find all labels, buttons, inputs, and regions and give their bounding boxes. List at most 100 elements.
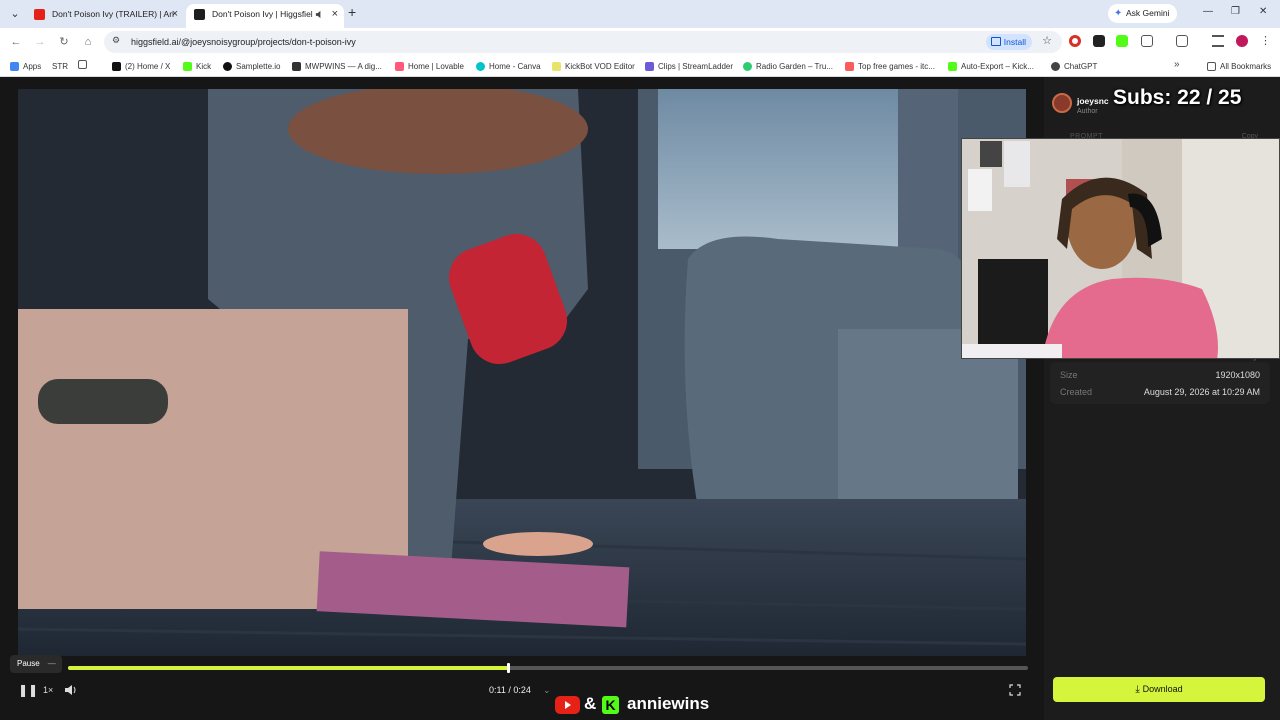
bookmark-x[interactable]: (2) Home / X xyxy=(112,59,170,74)
minimize-icon[interactable]: — xyxy=(1203,6,1213,17)
bookmark-apps[interactable]: Apps xyxy=(10,59,41,74)
video-progress-bar[interactable] xyxy=(68,663,1028,673)
mwpwins-icon xyxy=(292,62,301,71)
bookmark-label: (2) Home / X xyxy=(125,62,171,71)
close-window-icon[interactable]: ✕ xyxy=(1259,6,1267,17)
tab-search-chevron-icon[interactable]: ⌄ xyxy=(6,5,24,23)
bookmark-label: Clips | StreamLadder xyxy=(658,62,733,71)
extensions-puzzle-icon[interactable] xyxy=(1141,35,1153,47)
side-panel-icon[interactable] xyxy=(1176,35,1188,47)
bookmark-streamladder[interactable]: Clips | StreamLadder xyxy=(645,59,733,74)
volume-icon[interactable] xyxy=(64,682,78,698)
close-tab-icon[interactable]: × xyxy=(332,4,338,24)
samplette-icon xyxy=(223,62,232,71)
new-tab-icon[interactable]: + xyxy=(348,4,356,20)
bookmark-label: Apps xyxy=(23,62,42,71)
apps-grid-icon xyxy=(10,62,19,71)
bookmark-label: MWPWINS — A dig... xyxy=(305,62,382,71)
x-logo-icon xyxy=(112,62,121,71)
meta-value-size: 1920x1080 xyxy=(1215,370,1260,380)
bookmark-mwpwins[interactable]: MWPWINS — A dig... xyxy=(292,59,382,74)
bookmark-label: KickBot VOD Editor xyxy=(565,62,635,71)
record-extension-icon[interactable] xyxy=(1069,35,1081,47)
gemini-sparkle-icon: ✦ xyxy=(1114,8,1123,19)
time-chevron-icon[interactable]: ⌄ xyxy=(543,682,551,698)
install-app-icon xyxy=(990,37,1001,46)
lovable-heart-icon xyxy=(395,62,404,71)
channel-name: anniewins xyxy=(627,694,710,713)
menu-dots-icon[interactable]: ⋮ xyxy=(1260,35,1271,47)
bookmark-label: Top free games - itc... xyxy=(858,62,935,71)
all-bookmarks-folder[interactable]: All Bookmarks xyxy=(1207,59,1271,74)
kick-logo-icon: K xyxy=(602,696,619,714)
tooltip-shortcut: — xyxy=(47,659,56,668)
author-name[interactable]: joeysnc xyxy=(1077,96,1109,106)
tab-title: Don't Poison Ivy (TRAILER) | An xyxy=(52,9,174,19)
bookmark-itch[interactable]: Top free games - itc... xyxy=(845,59,935,74)
bookmark-label: Kick xyxy=(196,62,212,71)
subs-counter-overlay: Subs: 22 / 25 xyxy=(1113,86,1242,109)
author-role: Author xyxy=(1077,108,1098,115)
bookmark-label: ChatGPT xyxy=(1064,62,1098,71)
navigation-bar: ← → ↻ ⌂ ⚙ higgsfield.ai/@joeysnoisygroup… xyxy=(0,28,1280,56)
tab-higgsfield[interactable]: Don't Poison Ivy | Higgsfiel × xyxy=(186,4,344,28)
back-icon[interactable]: ← xyxy=(8,34,24,50)
pause-button[interactable]: ❚❚ xyxy=(18,682,38,698)
forward-icon[interactable]: → xyxy=(32,34,48,50)
bookmark-radio-garden[interactable]: Radio Garden – Tru... xyxy=(743,59,833,74)
bookmark-label: Samplette.io xyxy=(236,62,281,71)
home-icon[interactable]: ⌂ xyxy=(80,34,96,50)
kick-logo-icon xyxy=(948,62,957,71)
bookmark-grid[interactable] xyxy=(78,59,87,74)
tab-strip: ⌄ Don't Poison Ivy (TRAILER) | An × Don'… xyxy=(0,0,1280,28)
site-info-icon[interactable]: ⚙ xyxy=(112,35,126,49)
video-frame xyxy=(18,89,1026,656)
kickbot-icon xyxy=(552,62,561,71)
youtube-logo-icon xyxy=(555,696,580,714)
kick-extension-icon[interactable] xyxy=(1116,35,1128,47)
extension-icon[interactable] xyxy=(1093,35,1105,47)
more-bookmarks-icon[interactable]: » xyxy=(1174,59,1180,70)
meta-key-created: Created xyxy=(1060,387,1093,397)
restore-icon[interactable]: ❐ xyxy=(1231,6,1240,17)
download-button[interactable]: ⤓ Download xyxy=(1053,677,1265,702)
bookmark-samplette[interactable]: Samplette.io xyxy=(223,59,280,74)
streamladder-icon xyxy=(645,62,654,71)
install-button[interactable]: Install xyxy=(985,34,1032,50)
webcam-frame xyxy=(962,139,1279,358)
higgsfield-favicon-icon xyxy=(194,9,205,20)
profile-avatar[interactable] xyxy=(1236,35,1248,47)
playback-speed-button[interactable]: 1× xyxy=(43,682,53,698)
bookmark-kickbot[interactable]: KickBot VOD Editor xyxy=(552,59,635,74)
bookmark-str[interactable]: STR xyxy=(40,59,68,74)
video-progress-handle[interactable] xyxy=(506,663,510,673)
speaker-icon[interactable] xyxy=(315,10,324,19)
close-tab-icon[interactable]: × xyxy=(172,4,178,24)
bookmark-kick[interactable]: Kick xyxy=(183,59,211,74)
radio-garden-icon xyxy=(743,62,752,71)
fullscreen-icon[interactable] xyxy=(1009,682,1021,698)
bookmark-label: Home - Canva xyxy=(489,62,541,71)
address-bar[interactable]: ⚙ higgsfield.ai/@joeysnoisygroup/project… xyxy=(104,31,1062,53)
bookmark-canva[interactable]: Home - Canva xyxy=(476,59,541,74)
bookmark-auto-export[interactable]: Auto-Export – Kick... xyxy=(948,59,1034,74)
kick-logo-icon xyxy=(183,62,192,71)
bookmark-label: Auto-Export – Kick... xyxy=(961,62,1034,71)
video-player[interactable] xyxy=(18,89,1026,656)
install-label: Install xyxy=(1003,37,1026,47)
webcam-overlay xyxy=(961,138,1280,359)
metadata-card: Size 1920x1080 Created August 29, 2026 a… xyxy=(1050,362,1270,404)
customize-icon[interactable] xyxy=(1212,35,1224,47)
tab-trailer[interactable]: Don't Poison Ivy (TRAILER) | An × xyxy=(26,4,184,28)
bookmark-lovable[interactable]: Home | Lovable xyxy=(395,59,464,74)
tooltip-label: Pause xyxy=(17,659,40,668)
bookmark-label: Radio Garden – Tru... xyxy=(756,62,833,71)
reload-icon[interactable]: ↻ xyxy=(56,34,72,50)
author-avatar[interactable] xyxy=(1052,93,1072,113)
bookmark-star-icon[interactable]: ☆ xyxy=(1042,34,1052,47)
url-text[interactable]: higgsfield.ai/@joeysnoisygroup/projects/… xyxy=(131,31,356,53)
bookmark-label: Home | Lovable xyxy=(408,62,464,71)
ask-gemini-button[interactable]: ✦ Ask Gemini xyxy=(1108,4,1178,23)
itch-icon xyxy=(845,62,854,71)
bookmark-chatgpt[interactable]: ChatGPT xyxy=(1051,59,1097,74)
